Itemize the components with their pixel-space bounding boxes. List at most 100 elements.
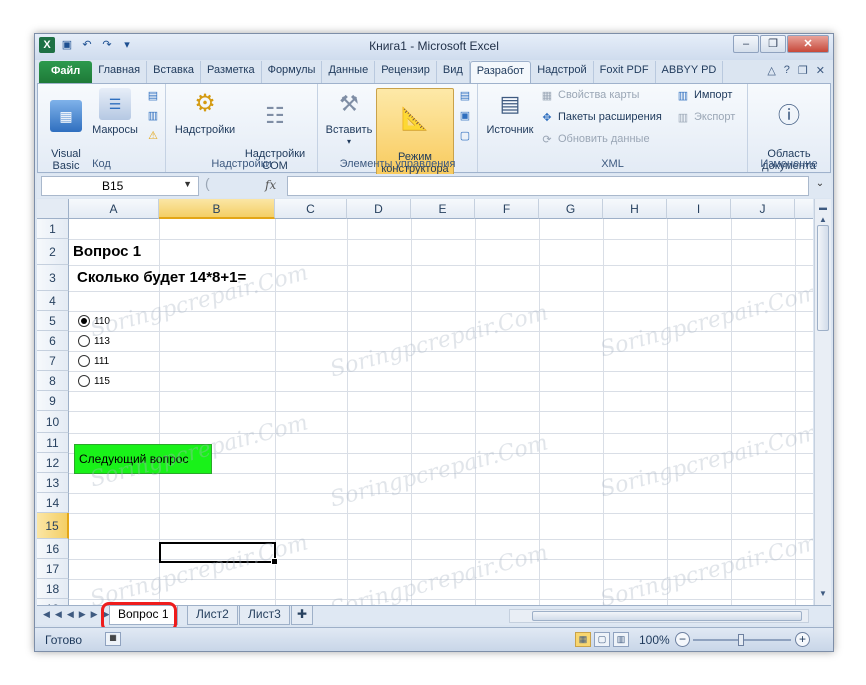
- column-header-h[interactable]: H: [603, 199, 667, 219]
- option-radio[interactable]: 115: [78, 375, 110, 387]
- tab-page-layout[interactable]: Разметка: [201, 61, 262, 83]
- zoom-knob[interactable]: [738, 634, 744, 646]
- tab-developer[interactable]: Разработ: [469, 61, 532, 83]
- row-header-4[interactable]: 4: [37, 291, 69, 311]
- selected-cell-b15[interactable]: [159, 542, 278, 565]
- vertical-scrollbar[interactable]: ▬ ▲ ▼: [814, 199, 831, 605]
- watermark: Soringpcrepair.Com: [327, 540, 551, 605]
- row-header-8[interactable]: 8: [37, 371, 69, 391]
- addins-button[interactable]: ⚙ Надстройки: [172, 88, 238, 137]
- tab-file[interactable]: Файл: [39, 61, 93, 83]
- row-header-12[interactable]: 12: [37, 453, 69, 473]
- record-macro-button[interactable]: ▤: [146, 88, 160, 102]
- vertical-scroll-thumb[interactable]: [817, 225, 829, 331]
- column-header-e[interactable]: E: [411, 199, 475, 219]
- option-radio[interactable]: 111: [78, 355, 109, 367]
- worksheet-grid[interactable]: A B C D E F G H I J 1 2 3 4 5 6 7 8 9 10…: [37, 199, 813, 605]
- next-question-button[interactable]: Следующий вопрос: [74, 444, 212, 474]
- insert-function-icon[interactable]: fx: [265, 178, 276, 192]
- macro-record-icon[interactable]: ▦: [105, 632, 121, 646]
- row-header-7[interactable]: 7: [37, 351, 69, 371]
- view-code-button[interactable]: ▣: [458, 108, 472, 122]
- import-button[interactable]: ▥ Импорт: [676, 88, 733, 102]
- row-header-13[interactable]: 13: [37, 473, 69, 493]
- column-header-i[interactable]: I: [667, 199, 731, 219]
- help-icon[interactable]: ?: [784, 64, 790, 77]
- close-button[interactable]: ✕: [787, 35, 829, 53]
- view-code-icon: ▣: [459, 109, 471, 122]
- row-header-1[interactable]: 1: [37, 219, 69, 239]
- collapse-handle-icon[interactable]: (: [205, 175, 210, 191]
- row-header-18[interactable]: 18: [37, 579, 69, 599]
- row-header-14[interactable]: 14: [37, 493, 69, 513]
- insert-control-button[interactable]: ⚒ Вставить ▾: [324, 88, 374, 148]
- tab-abbyy-pdf[interactable]: ABBYY PD: [656, 61, 724, 83]
- row-header-17[interactable]: 17: [37, 559, 69, 579]
- column-header-c[interactable]: C: [275, 199, 347, 219]
- map-properties-button[interactable]: ▦ Свойства карты: [540, 88, 640, 102]
- page-break-view-icon[interactable]: ▥: [613, 632, 629, 647]
- option-radio[interactable]: 110: [78, 315, 110, 327]
- sheet-tab-sheet2[interactable]: Лист2: [187, 606, 238, 625]
- tab-formulas[interactable]: Формулы: [262, 61, 323, 83]
- zoom-in-icon[interactable]: +: [795, 632, 810, 647]
- column-header-d[interactable]: D: [347, 199, 411, 219]
- zoom-slider[interactable]: − +: [675, 632, 811, 648]
- macro-security-button[interactable]: ⚠: [146, 128, 160, 142]
- relative-refs-button[interactable]: ▥: [146, 108, 160, 122]
- horizontal-scrollbar[interactable]: [509, 609, 809, 623]
- minimize-ribbon-icon[interactable]: △: [767, 64, 775, 77]
- refresh-icon: ⟳: [542, 133, 552, 146]
- select-all-corner[interactable]: [37, 199, 69, 219]
- minimize-button[interactable]: –: [733, 35, 759, 53]
- column-header-a[interactable]: A: [69, 199, 159, 219]
- row-header-11[interactable]: 11: [37, 433, 69, 453]
- tab-data[interactable]: Данные: [322, 61, 376, 83]
- row-header-3[interactable]: 3: [37, 265, 69, 291]
- column-header-b[interactable]: B: [159, 199, 275, 219]
- export-button[interactable]: ▥ Экспорт: [676, 110, 736, 124]
- xml-source-button[interactable]: ▤ Источник: [482, 88, 538, 137]
- grid-line: [69, 371, 813, 372]
- column-header-f[interactable]: F: [475, 199, 539, 219]
- macros-button[interactable]: ☰ Макросы: [90, 88, 140, 136]
- row-header-2[interactable]: 2: [37, 239, 69, 265]
- column-header-k[interactable]: [795, 199, 813, 219]
- tab-insert[interactable]: Вставка: [147, 61, 202, 83]
- doc-restore-icon[interactable]: ❐: [798, 64, 808, 77]
- zoom-level[interactable]: 100%: [639, 633, 670, 647]
- grid-line: [69, 351, 813, 352]
- refresh-data-button[interactable]: ⟳ Обновить данные: [540, 132, 649, 146]
- run-dialog-button[interactable]: ▢: [458, 128, 472, 142]
- tab-home[interactable]: Главная: [92, 61, 148, 83]
- restore-button[interactable]: ❐: [760, 35, 786, 53]
- expand-formula-bar-icon[interactable]: ⌄: [813, 178, 827, 194]
- sheet-tab-sheet3[interactable]: Лист3: [239, 606, 290, 625]
- tab-addins[interactable]: Надстрой: [531, 61, 594, 83]
- row-header-15[interactable]: 15: [37, 513, 69, 539]
- row-header-5[interactable]: 5: [37, 311, 69, 331]
- doc-close-icon[interactable]: ✕: [816, 64, 825, 77]
- zoom-out-icon[interactable]: −: [675, 632, 690, 647]
- tab-review[interactable]: Рецензир: [375, 61, 437, 83]
- page-layout-view-icon[interactable]: ▢: [594, 632, 610, 647]
- formula-input[interactable]: [287, 176, 809, 196]
- group-code-label: Код: [92, 158, 111, 170]
- normal-view-icon[interactable]: ▦: [575, 632, 591, 647]
- tab-foxit-pdf[interactable]: Foxit PDF: [594, 61, 656, 83]
- name-box[interactable]: B15 ▼: [41, 176, 199, 196]
- row-header-16[interactable]: 16: [37, 539, 69, 559]
- column-header-g[interactable]: G: [539, 199, 603, 219]
- row-header-6[interactable]: 6: [37, 331, 69, 351]
- properties-button[interactable]: ▤: [458, 88, 472, 102]
- scroll-down-icon[interactable]: ▼: [817, 587, 829, 601]
- tab-view[interactable]: Вид: [437, 61, 470, 83]
- column-header-j[interactable]: J: [731, 199, 795, 219]
- row-header-9[interactable]: 9: [37, 391, 69, 411]
- expansion-packs-button[interactable]: ✥ Пакеты расширения: [540, 110, 661, 124]
- insert-sheet-button[interactable]: ✚: [291, 606, 314, 625]
- horizontal-scroll-thumb[interactable]: [532, 611, 802, 621]
- name-box-dropdown-icon[interactable]: ▼: [183, 179, 192, 189]
- row-header-10[interactable]: 10: [37, 411, 69, 433]
- option-radio[interactable]: 113: [78, 335, 110, 347]
